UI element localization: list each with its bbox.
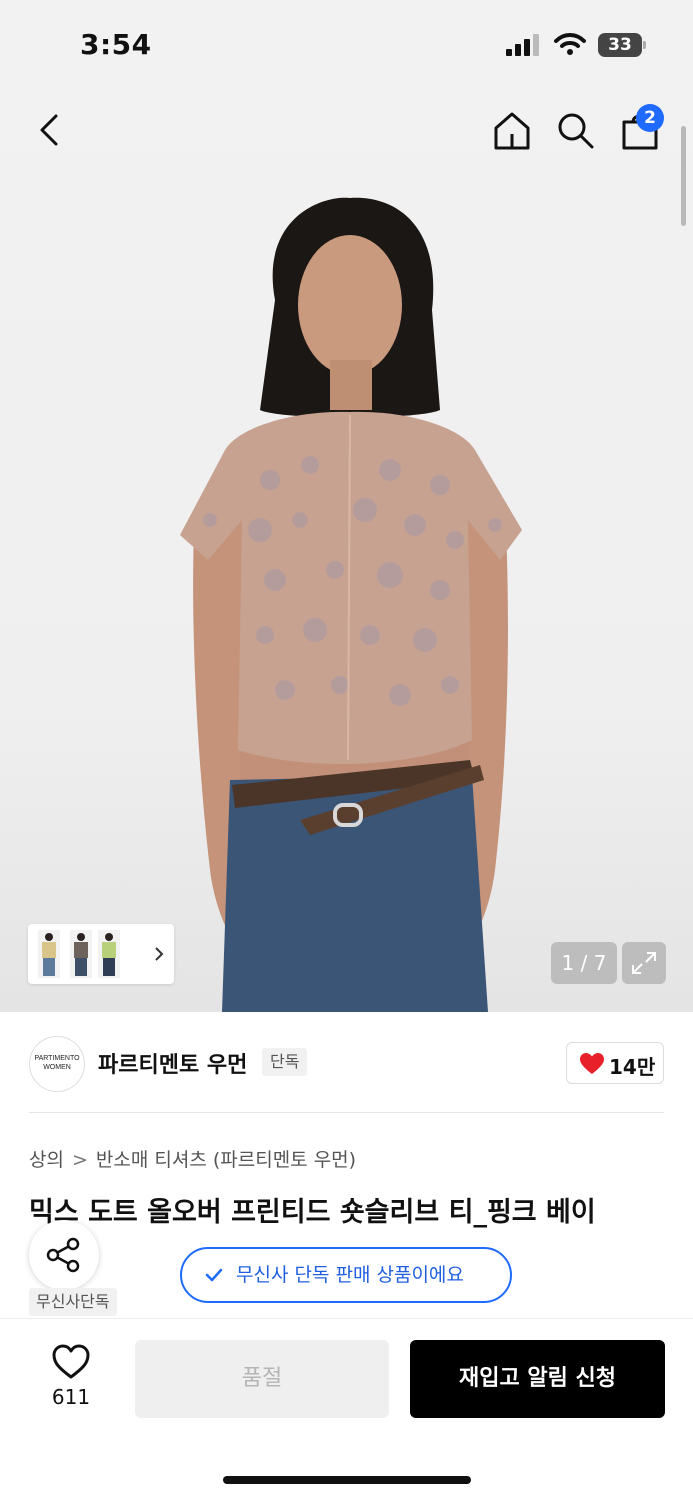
exclusive-notice-banner[interactable]: 무신사 단독 판매 상품이에요 xyxy=(180,1247,512,1303)
check-icon xyxy=(205,1268,223,1282)
heart-outline-icon[interactable] xyxy=(51,1343,91,1381)
status-bar: 3:54 33 xyxy=(0,0,693,92)
thumbnail-image[interactable] xyxy=(70,930,92,978)
breadcrumb-category[interactable]: 상의 xyxy=(29,1149,64,1171)
thumbnail-image[interactable] xyxy=(98,930,120,978)
home-indicator[interactable] xyxy=(223,1476,471,1484)
breadcrumb-subcategory[interactable]: 반소매 티셔츠 (파르티멘토 우먼) xyxy=(96,1149,356,1171)
product-image-gallery[interactable]: 2 1 / 7 xyxy=(0,0,693,1012)
brand-logo[interactable]: PARTIMENTO WOMEN xyxy=(29,1036,85,1092)
brand-like-count: 14만 xyxy=(609,1055,656,1079)
battery-level: 33 xyxy=(608,35,632,55)
thumbnail-strip[interactable] xyxy=(28,924,174,984)
scrollbar[interactable] xyxy=(681,126,686,226)
heart-filled-icon xyxy=(580,1053,604,1074)
brand-like-button[interactable]: 14만 xyxy=(566,1042,664,1084)
divider xyxy=(29,1112,664,1113)
brand-name[interactable]: 파르티멘토 우먼 xyxy=(98,1047,247,1079)
share-icon xyxy=(46,1237,80,1273)
fullscreen-button[interactable] xyxy=(622,942,666,984)
wishlist-count: 611 xyxy=(51,1385,91,1409)
top-navigation xyxy=(0,92,693,172)
musinsa-exclusive-tag: 무신사단독 xyxy=(29,1288,117,1316)
thumbnail-image[interactable] xyxy=(38,930,60,978)
exclusive-notice-text: 무신사 단독 판매 상품이에요 xyxy=(236,1264,464,1286)
product-photo[interactable] xyxy=(150,180,550,1012)
wifi-icon xyxy=(554,33,586,55)
battery-icon: 33 xyxy=(598,33,646,57)
image-page-counter: 1 / 7 xyxy=(551,942,617,984)
cellular-signal-icon xyxy=(506,34,539,56)
chevron-right-icon: > xyxy=(71,1149,88,1171)
breadcrumb: 상의 > 반소매 티셔츠 (파르티멘토 우먼) xyxy=(29,1145,356,1172)
brand-logo-text-2: WOMEN xyxy=(43,1064,71,1071)
sold-out-button[interactable]: 품절 xyxy=(135,1340,389,1418)
brand-logo-text-1: PARTIMENTO xyxy=(34,1055,80,1062)
status-time: 3:54 xyxy=(80,28,152,61)
search-icon[interactable] xyxy=(553,108,597,152)
chevron-right-icon[interactable] xyxy=(152,942,166,966)
exclusive-badge: 단독 xyxy=(262,1048,308,1076)
home-icon[interactable] xyxy=(490,108,534,152)
cart-count-badge: 2 xyxy=(636,104,664,132)
back-icon[interactable] xyxy=(28,108,72,152)
product-title: 믹스 도트 올오버 프린티드 숏슬리브 티_핑크 베이 xyxy=(29,1197,596,1228)
restock-alert-button[interactable]: 재입고 알림 신청 xyxy=(410,1340,665,1418)
share-button[interactable] xyxy=(29,1220,99,1290)
expand-icon xyxy=(632,952,656,974)
